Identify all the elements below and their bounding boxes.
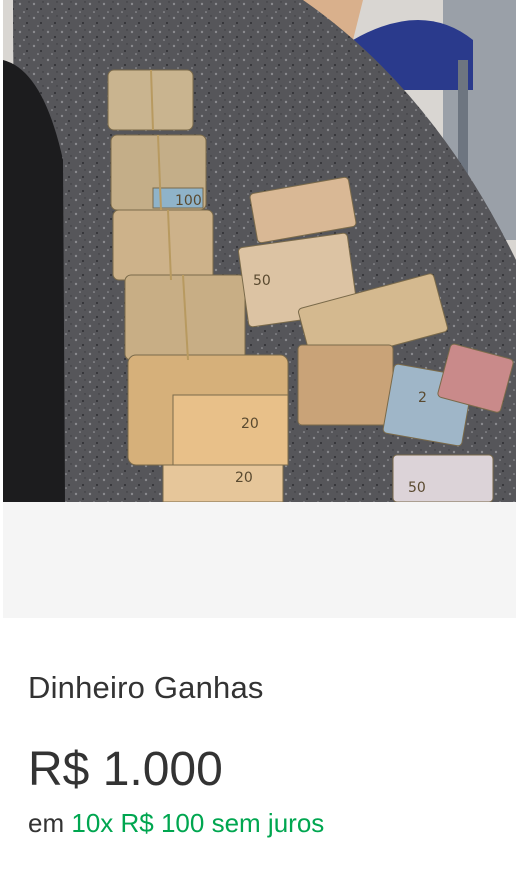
svg-text:100: 100: [175, 193, 202, 209]
installments-no-interest: sem juros: [211, 808, 325, 838]
installments-amount: 10x R$ 100: [71, 808, 205, 838]
product-image-area[interactable]: 100 20 20 50 50 2: [3, 0, 516, 618]
product-title[interactable]: Dinheiro Ganhas: [28, 670, 264, 706]
product-price: R$ 1.000: [28, 743, 223, 796]
svg-text:2: 2: [418, 390, 427, 406]
installments-info: em 10x R$ 100 sem juros: [28, 808, 324, 839]
product-card[interactable]: 100 20 20 50 50 2 Dinheiro Ganhas R$ 1.0…: [0, 0, 528, 883]
product-photo[interactable]: 100 20 20 50 50 2: [3, 0, 516, 502]
svg-text:50: 50: [408, 480, 426, 496]
svg-text:20: 20: [235, 470, 253, 486]
installments-prefix: em: [28, 808, 65, 838]
svg-text:20: 20: [241, 416, 259, 432]
svg-text:50: 50: [253, 273, 271, 289]
